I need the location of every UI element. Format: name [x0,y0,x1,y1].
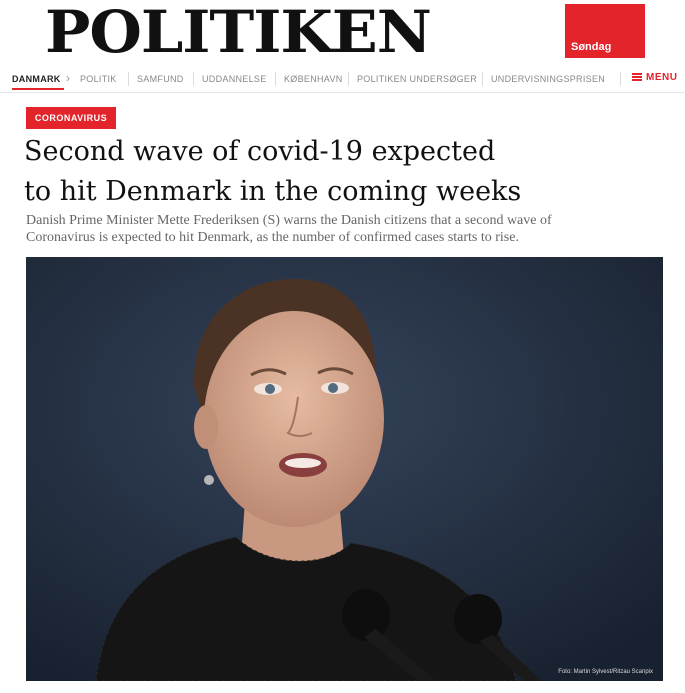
nav-item-danmark[interactable]: DANMARK [12,74,61,84]
nav-divider [275,72,276,86]
nav-divider [482,72,483,86]
nav-divider [620,72,621,86]
headline-line-2: to hit Denmark in the coming weeks [24,176,522,207]
section-nav: DANMARK › POLITIK SAMFUND UDDANNELSE KØB… [0,66,685,93]
menu-icon [632,73,642,82]
edition-label: Søndag [571,41,612,53]
masthead: POLITIKEN Søndag [0,0,685,66]
lead-line-1: Danish Prime Minister Mette Frederiksen … [26,213,552,228]
nav-divider [128,72,129,86]
nav-divider [348,72,349,86]
menu-label: MENU [646,72,678,83]
headline-line-1: Second wave of covid-19 expected [24,136,496,167]
article-lead: Danish Prime Minister Mette Frederiksen … [26,212,666,246]
active-nav-indicator [12,88,64,90]
edition-badge[interactable]: Søndag [565,4,645,58]
section-tag[interactable]: CORONAVIRUS [26,107,116,129]
politiken-logo[interactable]: POLITIKEN [45,0,432,66]
article-photo[interactable]: Foto: Martin Sylvest/Ritzau Scanpix [26,257,663,681]
article-headline: Second wave of covid-19 expected to hit … [24,132,664,212]
nav-item-uddannelse[interactable]: UDDANNELSE [202,74,267,84]
nav-item-samfund[interactable]: SAMFUND [137,74,184,84]
chevron-right-icon: › [66,71,70,85]
menu-button[interactable]: MENU [632,72,677,83]
nav-item-politik[interactable]: POLITIK [80,74,117,84]
lead-line-2: Coronavirus is expected to hit Denmark, … [26,230,519,245]
nav-divider [193,72,194,86]
press-conference-photo [26,257,663,681]
nav-item-koebenhavn[interactable]: KØBENHAVN [284,74,343,84]
nav-item-politiken-undersoeger[interactable]: POLITIKEN UNDERSØGER [357,74,477,84]
nav-item-undervisningsprisen[interactable]: UNDERVISNINGSPRISEN [491,74,605,84]
photo-credit: Foto: Martin Sylvest/Ritzau Scanpix [558,669,653,675]
